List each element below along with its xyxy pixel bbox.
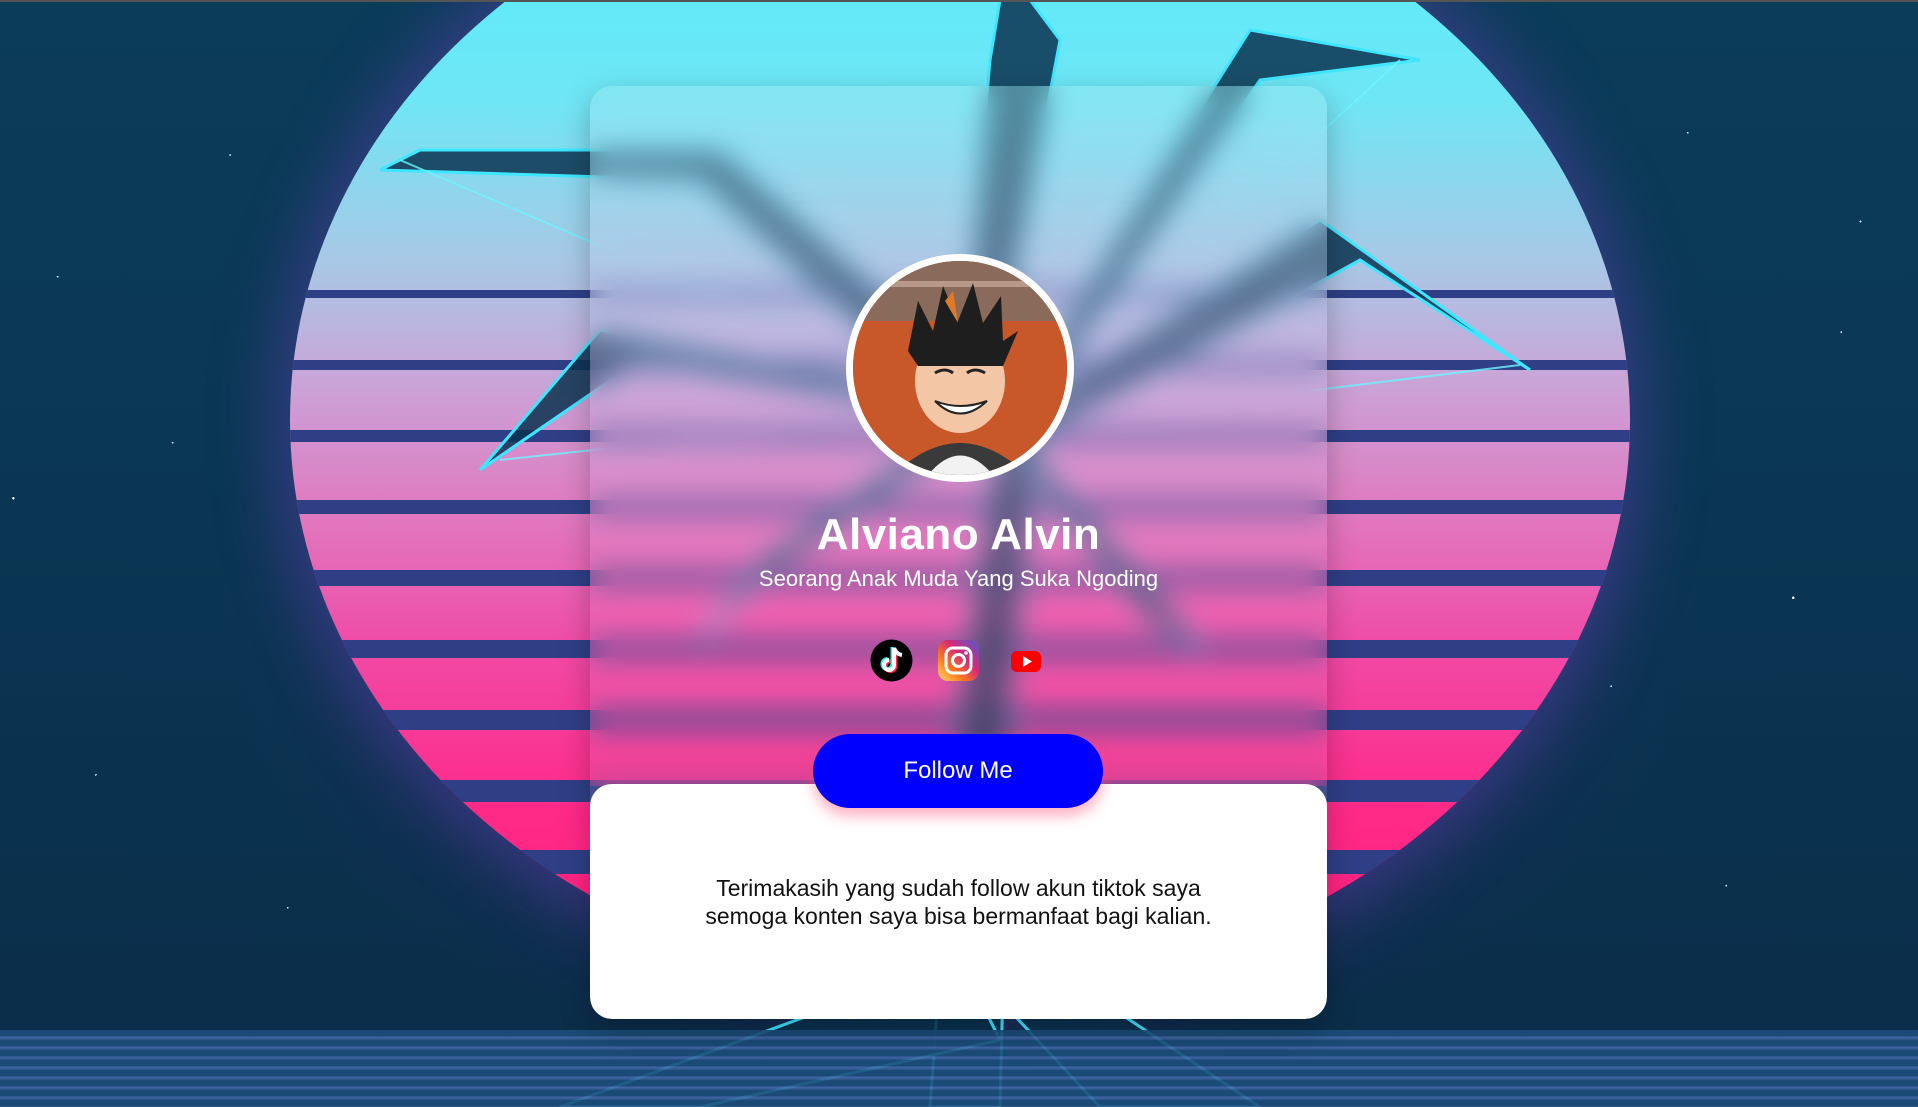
instagram-icon [938,640,979,681]
tiktok-link[interactable] [870,639,913,682]
thank-you-message: Terimakasih yang sudah follow akun tikto… [590,874,1327,930]
youtube-link[interactable] [1004,639,1047,682]
social-links [590,639,1327,682]
window-top-border [0,0,1918,2]
tiktok-icon [870,639,913,682]
instagram-link[interactable] [937,639,980,682]
message-line-1: Terimakasih yang sudah follow akun tikto… [716,875,1201,901]
profile-card: Alviano Alvin Seorang Anak Muda Yang Suk… [590,86,1327,1019]
grid-ground [0,1030,1918,1107]
avatar-image [853,261,1067,475]
message-line-2: semoga konten saya bisa bermanfaat bagi … [705,903,1212,929]
follow-me-button[interactable]: Follow Me [813,734,1103,808]
profile-name: Alviano Alvin [816,510,1101,559]
avatar [846,254,1074,482]
profile-tagline: Seorang Anak Muda Yang Suka Ngoding [758,566,1159,591]
youtube-icon [1011,651,1041,672]
message-panel: Terimakasih yang sudah follow akun tikto… [590,784,1327,1019]
